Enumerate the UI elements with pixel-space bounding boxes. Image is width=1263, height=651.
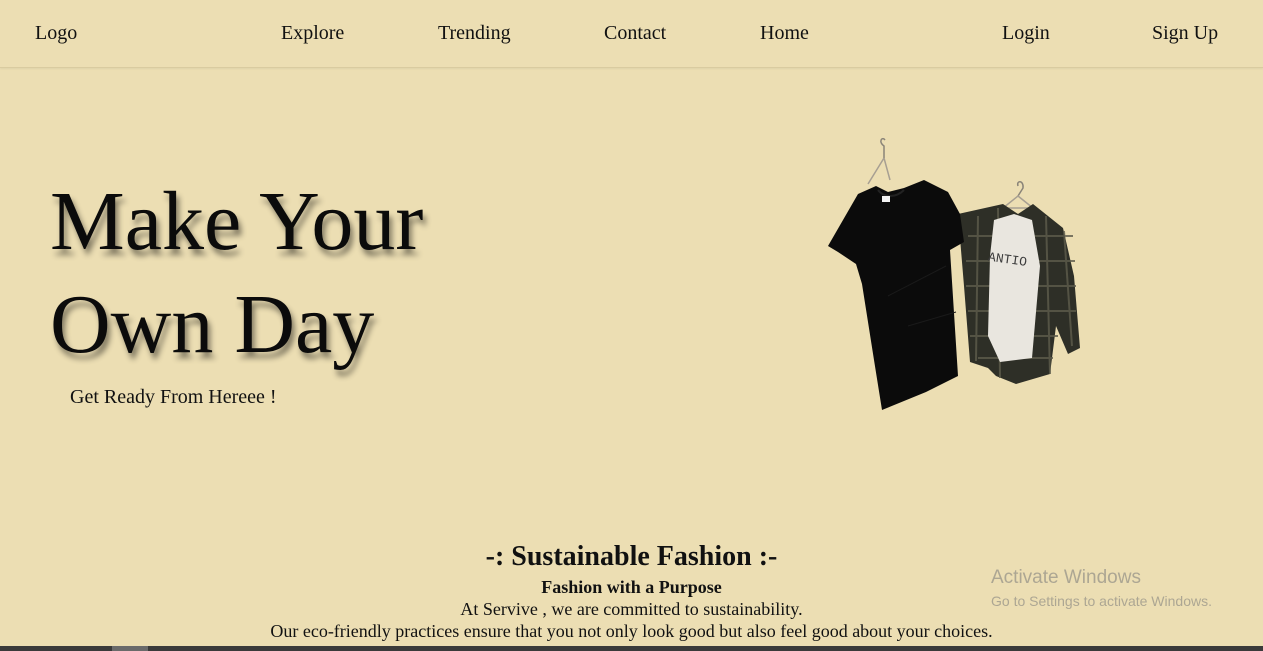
nav-link-contact[interactable]: Contact — [604, 22, 666, 45]
hero-title-line2: Own Day — [50, 278, 375, 371]
hero-subtitle: Get Ready From Hereee ! — [70, 386, 277, 408]
nav-link-explore[interactable]: Explore — [281, 22, 344, 45]
horizontal-scrollbar[interactable] — [0, 646, 1263, 651]
scrollbar-thumb[interactable] — [112, 646, 148, 651]
watermark-subtitle: Go to Settings to activate Windows. — [991, 593, 1212, 609]
nav-link-trending[interactable]: Trending — [438, 22, 511, 45]
navbar: Logo Explore Trending Contact Home Login… — [0, 0, 1263, 68]
hero-title: Make Your Own Day — [50, 170, 423, 376]
windows-activation-watermark: Activate Windows Go to Settings to activ… — [991, 567, 1212, 611]
section-text-line2: Our eco-friendly practices ensure that y… — [270, 621, 993, 641]
signup-link[interactable]: Sign Up — [1152, 22, 1218, 45]
watermark-title: Activate Windows — [991, 567, 1141, 588]
logo-link[interactable]: Logo — [35, 22, 77, 45]
nav-link-home[interactable]: Home — [760, 22, 809, 45]
hero-title-line1: Make Your — [50, 175, 424, 268]
login-link[interactable]: Login — [1002, 22, 1050, 45]
hanging-clothes-image: ANTIO — [818, 136, 1088, 416]
